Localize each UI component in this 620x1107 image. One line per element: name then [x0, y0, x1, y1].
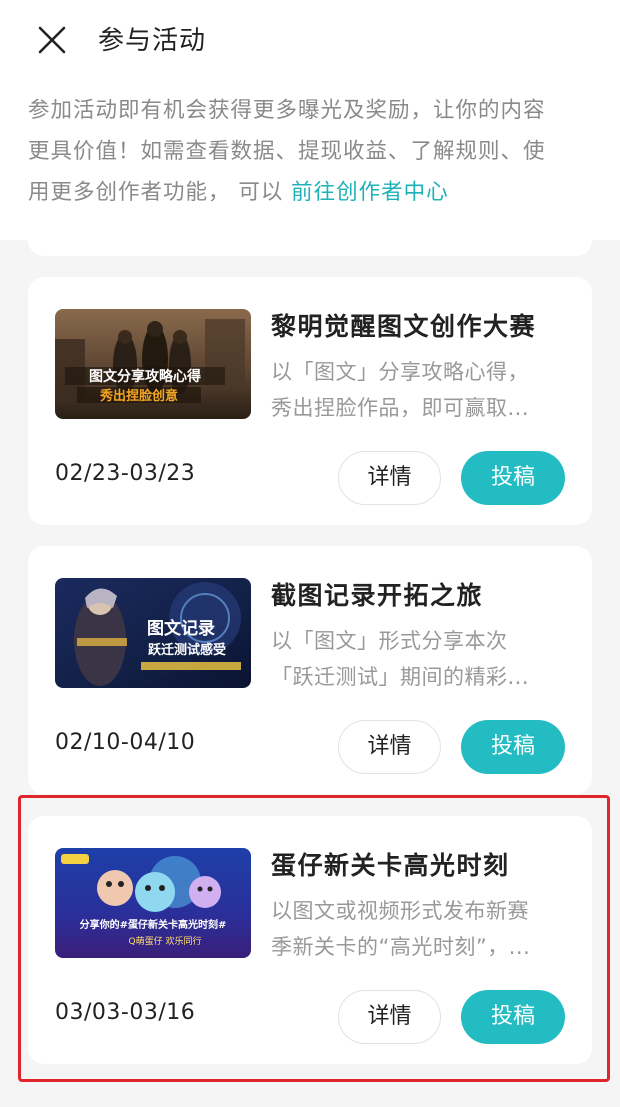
intro-line-1: 参加活动即有机会获得更多曝光及奖励，让你的内容	[28, 98, 546, 123]
activity-card: 图文记录 跃迁测试感受 截图记录开拓之旅 以「图文」形式分享本次 「跃迁测试」期…	[28, 546, 592, 794]
banner-text: 秀出捏脸创意	[99, 388, 178, 404]
submit-button[interactable]: 投稿	[461, 720, 565, 774]
intro-line-2: 更具价值！如需查看数据、提现收益、了解规则、使	[28, 139, 546, 164]
activity-description-line: 秀出捏脸作品，即可赢取...	[271, 396, 530, 420]
activity-title[interactable]: 黎明觉醒图文创作大赛	[271, 307, 536, 343]
banner-text: 图文记录	[147, 618, 215, 639]
activity-banner[interactable]: 图文记录 跃迁测试感受	[55, 578, 251, 688]
intro-line-3-text: 用更多创作者功能， 可以	[28, 180, 292, 205]
intro-line-3: 用更多创作者功能， 可以 前往创作者中心	[28, 172, 598, 213]
activity-description-line: 以「图文」形式分享本次	[271, 629, 508, 653]
banner-text: 跃迁测试感受	[148, 642, 226, 658]
close-button[interactable]	[36, 24, 68, 56]
intro-text: 参加活动即有机会获得更多曝光及奖励，让你的内容 更具价值！如需查看数据、提现收益…	[28, 90, 598, 213]
header-panel: 参与活动 参加活动即有机会获得更多曝光及奖励，让你的内容 更具价值！如需查看数据…	[0, 0, 620, 240]
activity-date: 02/23-03/23	[55, 461, 196, 486]
activity-description-line: 以「图文」分享攻略心得，	[271, 360, 529, 384]
previous-card-edge	[28, 240, 592, 256]
highlight-frame	[18, 795, 610, 1082]
page-title: 参与活动	[98, 26, 207, 56]
activity-card: 图文分享攻略心得 秀出捏脸创意 黎明觉醒图文创作大赛 以「图文」分享攻略心得， …	[28, 277, 592, 525]
close-icon	[38, 26, 66, 54]
submit-button[interactable]: 投稿	[461, 451, 565, 505]
activity-banner[interactable]: 图文分享攻略心得 秀出捏脸创意	[55, 309, 251, 419]
activity-description: 以「图文」分享攻略心得， 秀出捏脸作品，即可赢取...	[271, 354, 569, 426]
activity-title[interactable]: 截图记录开拓之旅	[271, 576, 483, 612]
detail-button[interactable]: 详情	[338, 720, 441, 774]
creator-center-link[interactable]: 前往创作者中心	[291, 180, 449, 205]
activity-description-line: 「跃迁测试」期间的精彩...	[271, 665, 530, 689]
activity-description: 以「图文」形式分享本次 「跃迁测试」期间的精彩...	[271, 623, 569, 695]
detail-button[interactable]: 详情	[338, 451, 441, 505]
activity-date: 02/10-04/10	[55, 730, 196, 755]
banner-text: 图文分享攻略心得	[89, 368, 201, 385]
